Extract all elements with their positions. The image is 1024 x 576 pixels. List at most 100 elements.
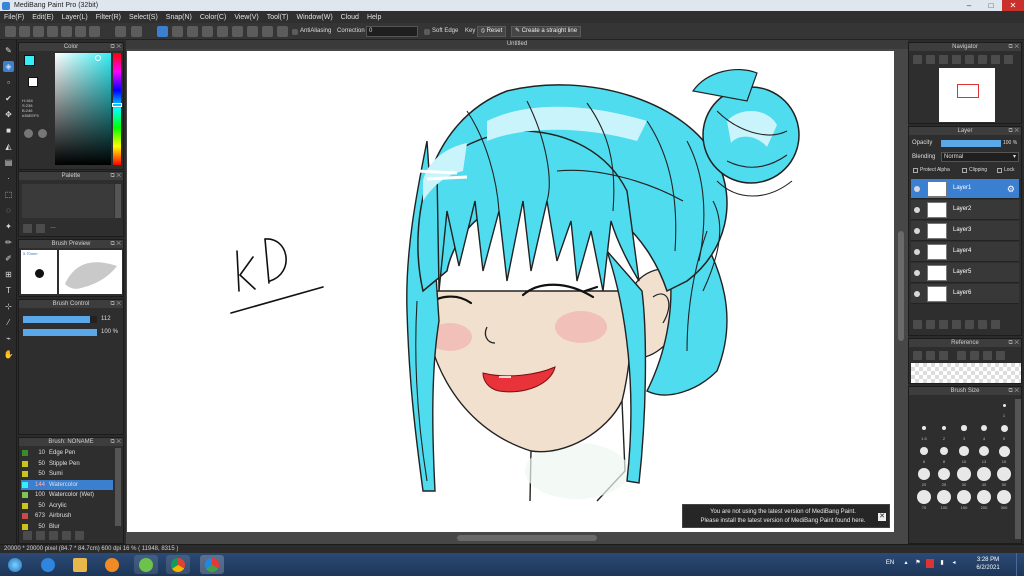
- layer-merge-icon[interactable]: [952, 320, 961, 329]
- brush-folder-icon[interactable]: [62, 531, 71, 540]
- save-icon[interactable]: [47, 26, 58, 37]
- brush-size-option[interactable]: [937, 490, 951, 504]
- menu-tool[interactable]: Tool(T): [267, 14, 289, 21]
- reset-button[interactable]: ⦸ Reset: [477, 26, 507, 37]
- tray-up-icon[interactable]: ▴: [902, 559, 910, 568]
- undo-icon[interactable]: [115, 26, 126, 37]
- layer-opacity-slider[interactable]: [941, 140, 1001, 147]
- reset-view-icon[interactable]: [1004, 55, 1013, 64]
- brush-item[interactable]: 10 Edge Pen: [21, 448, 113, 458]
- brush-size-slider[interactable]: [23, 316, 97, 323]
- brush-size-option[interactable]: [920, 447, 928, 455]
- brush-size-option[interactable]: [997, 490, 1011, 504]
- layer-row[interactable]: Layer6: [911, 284, 1019, 304]
- brush-size-option[interactable]: [998, 445, 1010, 457]
- clock[interactable]: 3:28 PM 6/2/2021: [968, 556, 1008, 572]
- flip-icon[interactable]: [991, 55, 1000, 64]
- brush-size-option[interactable]: [977, 490, 991, 504]
- brush-item[interactable]: 50 Sumi: [21, 469, 113, 479]
- visibility-eye-icon[interactable]: [914, 207, 920, 213]
- brush-size-option[interactable]: [959, 446, 969, 456]
- canvas-vertical-scroll-thumb[interactable]: [898, 231, 904, 341]
- menu-filter[interactable]: Filter(R): [96, 14, 121, 21]
- reference-fit-icon[interactable]: [983, 351, 992, 360]
- notice-close-icon[interactable]: ✕: [878, 513, 886, 521]
- palette-scrollbar[interactable]: [115, 184, 121, 218]
- fill-shape-tool-icon[interactable]: ■: [3, 125, 14, 136]
- document-tab[interactable]: Untitled: [126, 40, 908, 49]
- layer-delete-icon[interactable]: [991, 320, 1000, 329]
- lasso-tool-icon[interactable]: ◌: [3, 205, 14, 216]
- move-tool-icon[interactable]: ✥: [3, 109, 14, 120]
- taskbar-media-player[interactable]: [100, 555, 124, 574]
- snap-focus-icon[interactable]: [217, 26, 228, 37]
- brush-item[interactable]: 50 Stipple Pen: [21, 459, 113, 469]
- text-tool-icon[interactable]: T: [3, 285, 14, 296]
- hue-slider-handle[interactable]: [112, 103, 122, 107]
- brush-list-scrollbar[interactable]: [115, 448, 121, 526]
- brush-size-option[interactable]: [937, 467, 951, 481]
- snap-curve-icon[interactable]: [247, 26, 258, 37]
- navigator-viewport[interactable]: [957, 84, 979, 98]
- brush-item[interactable]: 50 Acrylic: [21, 501, 113, 511]
- soft-edge-checkbox[interactable]: [424, 29, 430, 35]
- cloud-save-icon[interactable]: [75, 26, 86, 37]
- layer-copy-icon[interactable]: [926, 320, 935, 329]
- snap-parallel-icon[interactable]: [187, 26, 198, 37]
- clipping-checkbox[interactable]: [962, 168, 967, 173]
- straight-line-button[interactable]: ✎ Create a straight line: [511, 26, 582, 37]
- brush-item[interactable]: 144 Watercolor: [21, 479, 113, 490]
- grid-icon[interactable]: [172, 26, 183, 37]
- menu-select[interactable]: Select(S): [129, 14, 158, 21]
- menu-color[interactable]: Color(C): [200, 14, 226, 21]
- layer-row[interactable]: Layer5: [911, 263, 1019, 283]
- tray-volume-icon[interactable]: ◂: [950, 559, 958, 568]
- color-mode-icon[interactable]: [24, 129, 33, 138]
- menu-window[interactable]: Window(W): [296, 14, 332, 21]
- taskbar-ie[interactable]: [36, 555, 60, 574]
- taskbar-app-1[interactable]: [134, 555, 158, 574]
- snap-off-icon[interactable]: [277, 26, 288, 37]
- reference-zoom-out-icon[interactable]: [996, 351, 1005, 360]
- bucket-icon[interactable]: ⌁: [3, 333, 14, 344]
- select-tool-icon[interactable]: ⬚: [3, 189, 14, 200]
- divide-tool-icon[interactable]: ⊞: [3, 269, 14, 280]
- color-swap-icon[interactable]: [38, 129, 47, 138]
- dot-tool-icon[interactable]: ✔: [3, 93, 14, 104]
- visibility-eye-icon[interactable]: [914, 186, 920, 192]
- menu-snap[interactable]: Snap(N): [166, 14, 192, 21]
- brush-size-scrollbar[interactable]: [1015, 399, 1021, 539]
- brush-size-option[interactable]: [918, 468, 930, 480]
- taskbar-medibang[interactable]: [200, 555, 224, 574]
- palette-more-icon[interactable]: …: [50, 224, 56, 230]
- gradient-tool-icon[interactable]: ▤: [3, 157, 14, 168]
- rotate-right-icon[interactable]: [978, 55, 987, 64]
- pen-tool-icon[interactable]: ✎: [3, 45, 14, 56]
- hand-tool-icon[interactable]: ✋: [3, 349, 14, 360]
- open-file-icon[interactable]: [19, 26, 30, 37]
- brush-size-option[interactable]: [922, 426, 926, 430]
- brush-add-icon[interactable]: [23, 531, 32, 540]
- brush-size-option[interactable]: [1000, 424, 1008, 432]
- magic-wand-tool-icon[interactable]: ✦: [3, 221, 14, 232]
- menu-cloud[interactable]: Cloud: [341, 14, 359, 21]
- export-icon[interactable]: [89, 26, 100, 37]
- eyedropper-tool-icon[interactable]: ⁄: [3, 317, 14, 328]
- bucket-tool-icon[interactable]: ◭: [3, 141, 14, 152]
- taskbar-chrome[interactable]: [166, 555, 190, 574]
- hand-icon-2[interactable]: ·: [3, 173, 14, 184]
- select-all-icon[interactable]: [157, 26, 168, 37]
- layer-mask-icon[interactable]: [978, 320, 987, 329]
- brush-opacity-slider[interactable]: [23, 329, 97, 336]
- visibility-eye-icon[interactable]: [914, 249, 920, 255]
- maximize-button[interactable]: □: [980, 0, 1002, 11]
- reference-close-icon[interactable]: [939, 351, 948, 360]
- rotate-left-icon[interactable]: [965, 55, 974, 64]
- brush-cloud-icon[interactable]: [36, 531, 45, 540]
- brush-copy-icon[interactable]: [49, 531, 58, 540]
- layer-halftone-icon[interactable]: [939, 320, 948, 329]
- brush-size-option[interactable]: [941, 425, 947, 431]
- canvas-horizontal-scroll-thumb[interactable]: [457, 535, 597, 541]
- layer-row[interactable]: Layer4: [911, 242, 1019, 262]
- background-color-swatch[interactable]: [28, 77, 38, 87]
